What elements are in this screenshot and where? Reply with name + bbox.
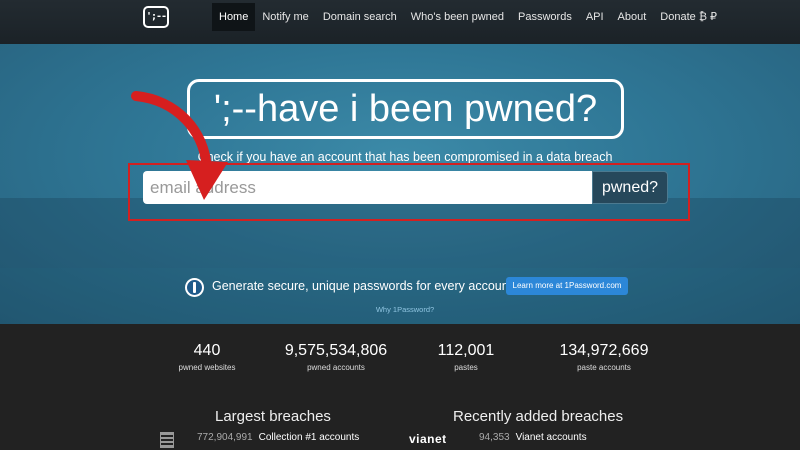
stat-label: pastes — [454, 363, 478, 372]
nav-passwords[interactable]: Passwords — [511, 3, 579, 31]
stat-label: paste accounts — [577, 363, 631, 372]
largest-breaches-heading: Largest breaches — [215, 408, 331, 425]
main-nav: Home Notify me Domain search Who's been … — [212, 3, 724, 31]
stat-pwned-websites: 440 pwned websites — [167, 342, 247, 372]
nav-notify-me[interactable]: Notify me — [255, 3, 315, 31]
pwned-search-button[interactable]: pwned? — [592, 171, 668, 204]
promo-banner: Generate secure, unique passwords for ev… — [0, 268, 800, 324]
stat-label: pwned websites — [178, 363, 236, 372]
site-logo[interactable]: ';-- — [143, 6, 169, 28]
nav-whos-been-pwned[interactable]: Who's been pwned — [404, 3, 511, 31]
learn-more-button[interactable]: Learn more at 1Password.com — [506, 277, 628, 295]
page-title: ';--have i been pwned? — [187, 79, 624, 139]
stat-value: 9,575,534,806 — [284, 342, 388, 359]
breach-list-item[interactable]: 94,353 Vianet accounts — [479, 432, 587, 443]
stat-value: 440 — [193, 342, 221, 359]
nav-about[interactable]: About — [611, 3, 654, 31]
promo-text: Generate secure, unique passwords for ev… — [212, 279, 513, 293]
stats-section: 440 pwned websites 9,575,534,806 pwned a… — [0, 324, 800, 450]
vianet-logo: vianet — [409, 432, 447, 446]
breach-count: 94,353 — [479, 432, 510, 443]
why-1password-link[interactable]: Why 1Password? — [0, 305, 800, 314]
stat-value: 134,972,669 — [559, 342, 649, 359]
nav-donate[interactable]: Donate ₿ ₽ — [653, 3, 724, 31]
stat-paste-accounts: 134,972,669 paste accounts — [544, 342, 664, 372]
page-subtitle: Check if you have an account that has be… — [197, 150, 613, 164]
email-search-input[interactable] — [143, 171, 593, 204]
top-navbar: ';-- Home Notify me Domain search Who's … — [0, 0, 800, 44]
breach-name: Vianet accounts — [515, 432, 587, 443]
stat-pastes: 112,001 pastes — [426, 342, 506, 372]
nav-domain-search[interactable]: Domain search — [316, 3, 404, 31]
recent-breaches-heading: Recently added breaches — [453, 408, 624, 425]
stat-value: 112,001 — [437, 342, 495, 359]
breach-count: 772,904,991 — [197, 432, 253, 443]
breach-list-icon — [160, 432, 174, 448]
stat-pwned-accounts: 9,575,534,806 pwned accounts — [276, 342, 396, 372]
nav-home[interactable]: Home — [212, 3, 256, 31]
stat-label: pwned accounts — [307, 363, 365, 372]
breach-name: Collection #1 accounts — [258, 432, 360, 443]
breach-list-item[interactable]: 772,904,991 Collection #1 accounts — [197, 432, 359, 443]
onepassword-icon — [185, 278, 204, 297]
nav-api[interactable]: API — [579, 3, 611, 31]
